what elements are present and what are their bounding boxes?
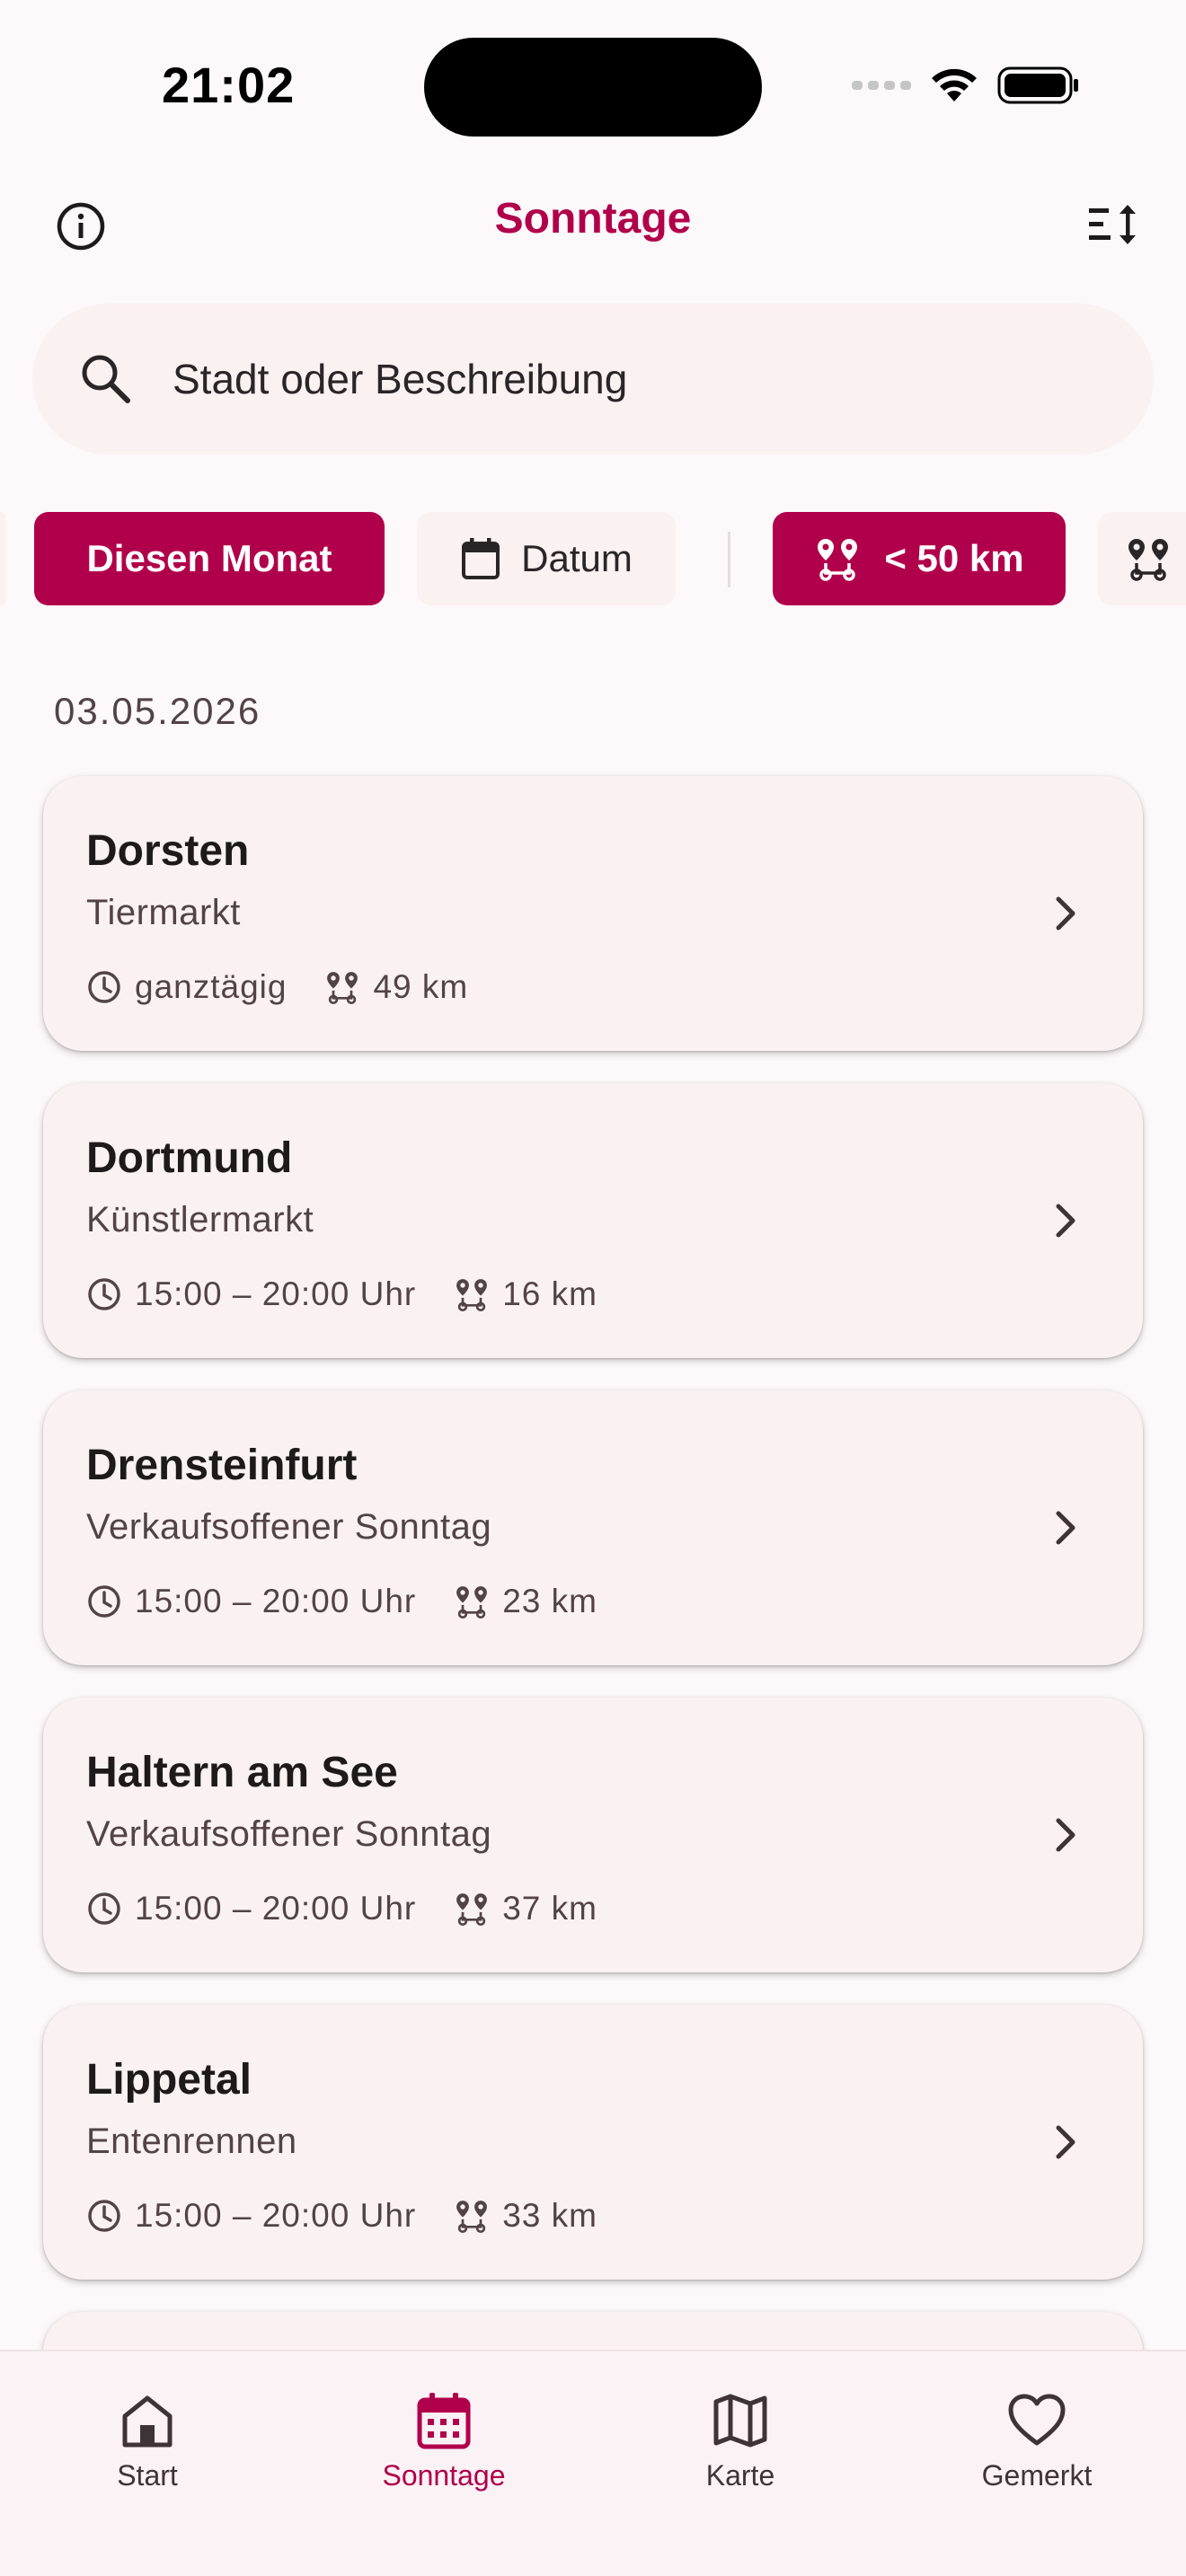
- event-title: Künstlermarkt: [86, 1200, 314, 1239]
- event-meta: ganztägig 49 km: [86, 966, 468, 1008]
- clock-icon: [88, 2200, 120, 2232]
- route-icon: [456, 1279, 488, 1312]
- event-time: 15:00 – 20:00 Uhr: [135, 1890, 417, 1927]
- dynamic-island: [424, 38, 762, 137]
- event-card[interactable]: Lippetal Entenrennen 15:00 – 20:00 Uhr 3…: [43, 2005, 1143, 2280]
- cellular-signal-icon: [852, 81, 911, 90]
- chevron-right-icon: [1056, 1204, 1075, 1238]
- nav-item-karte[interactable]: Karte: [624, 2375, 857, 2510]
- chevron-right-icon: [1056, 1818, 1075, 1852]
- map-icon: [713, 2394, 767, 2448]
- event-city: Dorsten: [86, 827, 250, 875]
- filter-divider: [728, 532, 730, 587]
- clock-icon: [88, 1278, 120, 1310]
- home-icon: [122, 2395, 173, 2448]
- chevron-right-icon: [1056, 896, 1075, 931]
- event-card[interactable]: Haltern am See Verkaufsoffener Sonntag 1…: [43, 1698, 1143, 1972]
- page-title: Sonntage: [494, 195, 692, 243]
- event-title: Tiermarkt: [86, 893, 241, 932]
- clock-icon: [88, 1892, 120, 1925]
- top-app-bar: Sonntage: [0, 171, 1186, 269]
- filter-chip-distance-more[interactable]: [1098, 512, 1186, 605]
- status-indicators: [852, 63, 1080, 108]
- filter-chip-label: Datum: [521, 537, 633, 579]
- event-card[interactable]: Dortmund Künstlermarkt 15:00 – 20:00 Uhr…: [43, 1083, 1143, 1358]
- event-city: Lippetal: [86, 2056, 252, 2104]
- sort-button[interactable]: [1078, 189, 1150, 260]
- filter-chips: Diesen Monat Datum < 50 km: [0, 512, 1186, 605]
- nav-label: Karte: [705, 2459, 775, 2492]
- event-distance: 49 km: [373, 968, 469, 1005]
- event-time: 15:00 – 20:00 Uhr: [135, 1583, 417, 1619]
- route-icon: [327, 972, 358, 1005]
- event-time: 15:00 – 20:00 Uhr: [135, 1275, 417, 1312]
- filter-chip-distance[interactable]: < 50 km: [773, 512, 1066, 605]
- battery-icon: [997, 66, 1078, 104]
- event-distance: 16 km: [502, 1275, 597, 1312]
- event-meta: 15:00 – 20:00 Uhr 16 km: [86, 1274, 597, 1315]
- bottom-navigation: Start Sonntage Karte Gemerkt: [0, 2350, 1186, 2576]
- nav-item-sonntage[interactable]: Sonntage: [327, 2375, 561, 2510]
- event-distance: 37 km: [502, 1890, 597, 1927]
- filter-chip-this-month[interactable]: Diesen Monat: [34, 512, 385, 605]
- route-icon: [1128, 539, 1168, 581]
- event-card[interactable]: Drensteinfurt Verkaufsoffener Sonntag 15…: [43, 1390, 1143, 1665]
- section-date-header: 03.05.2026: [54, 690, 261, 732]
- event-distance: 23 km: [502, 1583, 597, 1619]
- nav-item-gemerkt[interactable]: Gemerkt: [920, 2375, 1154, 2510]
- clock-icon: [88, 1585, 120, 1618]
- event-title: Verkaufsoffener Sonntag: [86, 1814, 492, 1854]
- event-city: Dortmund: [86, 1134, 293, 1182]
- sort-icon: [1089, 205, 1136, 244]
- event-time: 15:00 – 20:00 Uhr: [135, 2197, 417, 2234]
- event-title: Verkaufsoffener Sonntag: [86, 1507, 492, 1547]
- nav-label: Start: [117, 2459, 178, 2492]
- wifi-icon: [932, 68, 977, 101]
- search-input[interactable]: [173, 304, 1107, 454]
- event-meta: 15:00 – 20:00 Uhr 33 km: [86, 2195, 597, 2236]
- heart-icon: [1008, 2394, 1066, 2446]
- event-card[interactable]: Dorsten Tiermarkt ganztägig 49 km: [43, 776, 1143, 1051]
- event-meta: 15:00 – 20:00 Uhr 37 km: [86, 1888, 597, 1929]
- nav-label: Sonntage: [382, 2459, 506, 2492]
- search-icon: [82, 355, 130, 403]
- nav-item-start[interactable]: Start: [31, 2375, 264, 2510]
- event-time: ganztägig: [135, 968, 288, 1005]
- filter-chip-label: < 50 km: [884, 537, 1024, 579]
- route-icon: [456, 2201, 488, 2234]
- filter-chip-date[interactable]: Datum: [417, 512, 676, 605]
- filter-chip-label: Diesen Monat: [86, 537, 332, 579]
- status-bar: 21:02: [0, 0, 1186, 171]
- chevron-right-icon: [1056, 2125, 1075, 2159]
- route-icon: [456, 1586, 488, 1619]
- nav-label: Gemerkt: [981, 2459, 1093, 2492]
- event-meta: 15:00 – 20:00 Uhr 23 km: [86, 1581, 597, 1622]
- route-icon: [818, 539, 858, 581]
- event-city: Drensteinfurt: [86, 1442, 358, 1489]
- status-time: 21:02: [162, 57, 296, 113]
- search-bar[interactable]: [32, 304, 1154, 454]
- event-title: Entenrennen: [86, 2122, 297, 2161]
- filter-chip-offscreen[interactable]: [0, 512, 5, 605]
- calendar-icon: [417, 2393, 471, 2449]
- clock-icon: [88, 971, 120, 1003]
- calendar-icon: [462, 538, 500, 579]
- route-icon: [456, 1893, 488, 1927]
- event-distance: 33 km: [502, 2197, 597, 2234]
- chevron-right-icon: [1056, 1511, 1075, 1545]
- event-city: Haltern am See: [86, 1749, 398, 1796]
